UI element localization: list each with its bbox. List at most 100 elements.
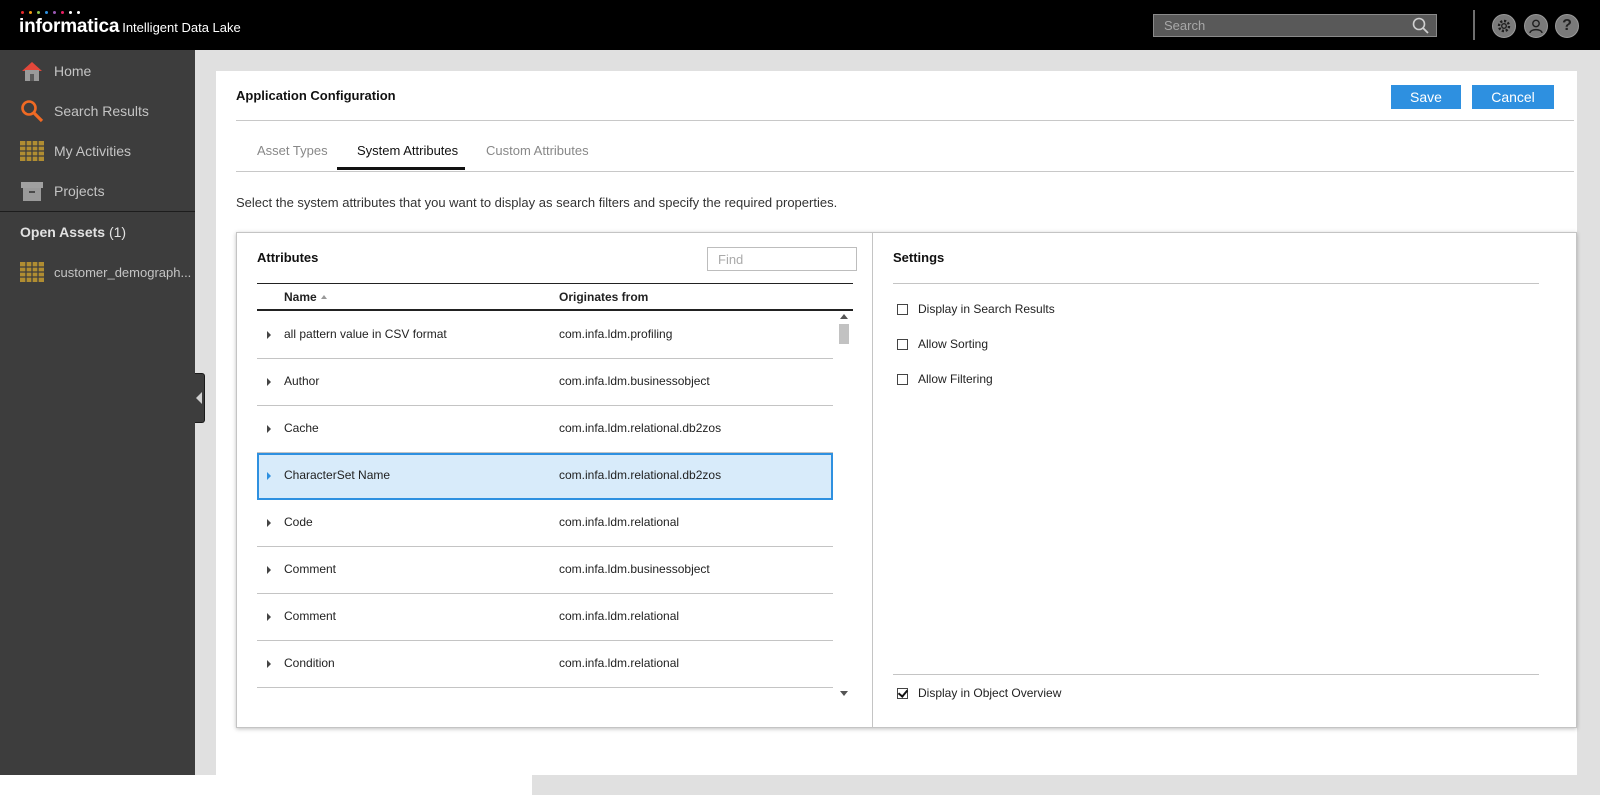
- search-icon[interactable]: [1412, 17, 1430, 35]
- setting-option[interactable]: Allow Sorting: [897, 337, 988, 351]
- sidebar-item-label: Search Results: [54, 103, 149, 119]
- setting-checkbox[interactable]: [897, 338, 908, 350]
- expand-row-icon[interactable]: [267, 331, 271, 339]
- help-icon: ?: [1562, 17, 1572, 34]
- setting-label: Display in Search Results: [918, 302, 1055, 316]
- expand-row-icon[interactable]: [267, 660, 271, 668]
- projects-icon: [21, 182, 43, 201]
- setting-checkbox[interactable]: [897, 373, 908, 385]
- sidebar-item-search-results[interactable]: Search Results: [0, 93, 195, 129]
- open-assets-count: (1): [108, 224, 127, 240]
- tab-system-attributes[interactable]: System Attributes: [357, 143, 458, 158]
- table-row[interactable]: CharacterSet Name com.infa.ldm.relational…: [257, 453, 833, 500]
- top-bar: informatica Intelligent Data Lake ?: [0, 0, 1600, 50]
- display-in-object-overview-checkbox[interactable]: [897, 687, 908, 699]
- row-originates-from: com.infa.ldm.relational.db2zos: [559, 468, 722, 482]
- scroll-up-icon[interactable]: [840, 314, 848, 319]
- open-assets-heading: Open Assets (1): [20, 224, 126, 240]
- sidebar-item-label: Projects: [54, 183, 105, 199]
- logo-dot: [21, 11, 24, 14]
- main-panel: Application Configuration Save Cancel As…: [216, 71, 1577, 775]
- save-button[interactable]: Save: [1391, 85, 1461, 109]
- panel-divider: [872, 233, 873, 727]
- column-header-name[interactable]: Name: [284, 290, 327, 304]
- home-icon: [22, 62, 42, 81]
- setting-display-in-object-overview[interactable]: Display in Object Overview: [897, 686, 1061, 700]
- table-row[interactable]: Cache com.infa.ldm.relational.db2zos: [257, 406, 833, 453]
- expand-row-icon[interactable]: [267, 519, 271, 527]
- settings-button[interactable]: [1492, 14, 1516, 38]
- table-row[interactable]: Code com.infa.ldm.relational: [257, 500, 833, 547]
- column-header-origin[interactable]: Originates from: [559, 290, 648, 304]
- sidebar-divider: [0, 211, 195, 212]
- logo-dot: [69, 11, 72, 14]
- row-attribute-name: Author: [284, 374, 320, 388]
- open-assets-label: Open Assets: [20, 224, 106, 240]
- expand-row-icon[interactable]: [267, 378, 271, 386]
- setting-label: Allow Filtering: [918, 372, 993, 386]
- row-originates-from: com.infa.ldm.relational: [559, 656, 680, 670]
- table-icon: [20, 262, 44, 282]
- column-header-name-label: Name: [284, 290, 317, 304]
- setting-option[interactable]: Allow Filtering: [897, 372, 993, 386]
- active-tab-indicator: [337, 167, 465, 170]
- row-originates-from: com.infa.ldm.businessobject: [559, 374, 710, 388]
- user-profile-button[interactable]: [1524, 14, 1548, 38]
- footer-strip: [0, 775, 532, 795]
- scroll-down-icon[interactable]: [840, 691, 848, 696]
- row-attribute-name: Condition: [284, 656, 335, 670]
- settings-heading: Settings: [893, 250, 945, 265]
- table-row[interactable]: Comment com.infa.ldm.relational: [257, 594, 833, 641]
- row-attribute-name: Code: [284, 515, 313, 529]
- row-originates-from: com.infa.ldm.relational: [559, 515, 680, 529]
- global-search-input[interactable]: [1154, 15, 1404, 36]
- table-row[interactable]: Author com.infa.ldm.businessobject: [257, 359, 833, 406]
- expand-row-icon[interactable]: [267, 425, 271, 433]
- setting-label: Display in Object Overview: [918, 686, 1062, 700]
- row-attribute-name: Comment: [284, 609, 337, 623]
- help-button[interactable]: ?: [1555, 14, 1579, 38]
- global-search[interactable]: [1153, 14, 1437, 37]
- grid-icon: [20, 141, 44, 161]
- logo-brand: informatica: [19, 16, 120, 37]
- table-row[interactable]: Comment com.infa.ldm.businessobject: [257, 547, 833, 594]
- table-row[interactable]: all pattern value in CSV format com.infa.…: [257, 312, 833, 359]
- instructions-text: Select the system attributes that you wa…: [236, 195, 838, 210]
- attributes-scrollbar[interactable]: [837, 312, 851, 698]
- row-originates-from: com.infa.ldm.relational: [559, 609, 680, 623]
- header-divider: [236, 120, 1574, 121]
- setting-option[interactable]: Display in Search Results: [897, 302, 1055, 316]
- app-logo[interactable]: informatica Intelligent Data Lake: [19, 11, 241, 38]
- setting-checkbox[interactable]: [897, 303, 908, 315]
- tab-asset-types[interactable]: Asset Types: [257, 143, 328, 158]
- expand-row-icon[interactable]: [267, 566, 271, 574]
- sidebar-asset-item[interactable]: customer_demograph...: [0, 254, 195, 290]
- sidebar-item-label: Home: [54, 63, 92, 79]
- row-attribute-name: Comment: [284, 562, 337, 576]
- table-header-rule: [257, 309, 853, 311]
- sidebar-item-home[interactable]: Home: [0, 53, 195, 89]
- attributes-heading: Attributes: [257, 250, 319, 265]
- topbar-divider: [1473, 10, 1475, 40]
- row-originates-from: com.infa.ldm.relational.db2zos: [559, 421, 722, 435]
- expand-row-icon[interactable]: [267, 613, 271, 621]
- cancel-button[interactable]: Cancel: [1472, 85, 1554, 109]
- sidebar-item-my-activities[interactable]: My Activities: [0, 133, 195, 169]
- tab-custom-attributes[interactable]: Custom Attributes: [486, 143, 589, 158]
- expand-row-icon[interactable]: [267, 472, 271, 480]
- logo-dot: [29, 11, 32, 14]
- row-originates-from: com.infa.ldm.businessobject: [559, 562, 710, 576]
- scroll-thumb[interactable]: [839, 324, 849, 344]
- table-row[interactable]: Condition com.infa.ldm.relational: [257, 641, 833, 688]
- table-top-rule: [257, 283, 853, 284]
- find-input[interactable]: [707, 247, 857, 271]
- user-icon: [1529, 19, 1543, 34]
- sidebar: Home Search Results My Activities Projec…: [0, 50, 195, 795]
- row-attribute-name: CharacterSet Name: [284, 468, 391, 482]
- logo-dot: [37, 11, 40, 14]
- sidebar-item-label: My Activities: [54, 143, 132, 159]
- sidebar-item-projects[interactable]: Projects: [0, 173, 195, 209]
- tabs-divider: [236, 171, 1574, 172]
- sidebar-collapse-handle[interactable]: [195, 373, 205, 423]
- setting-label: Allow Sorting: [918, 337, 989, 351]
